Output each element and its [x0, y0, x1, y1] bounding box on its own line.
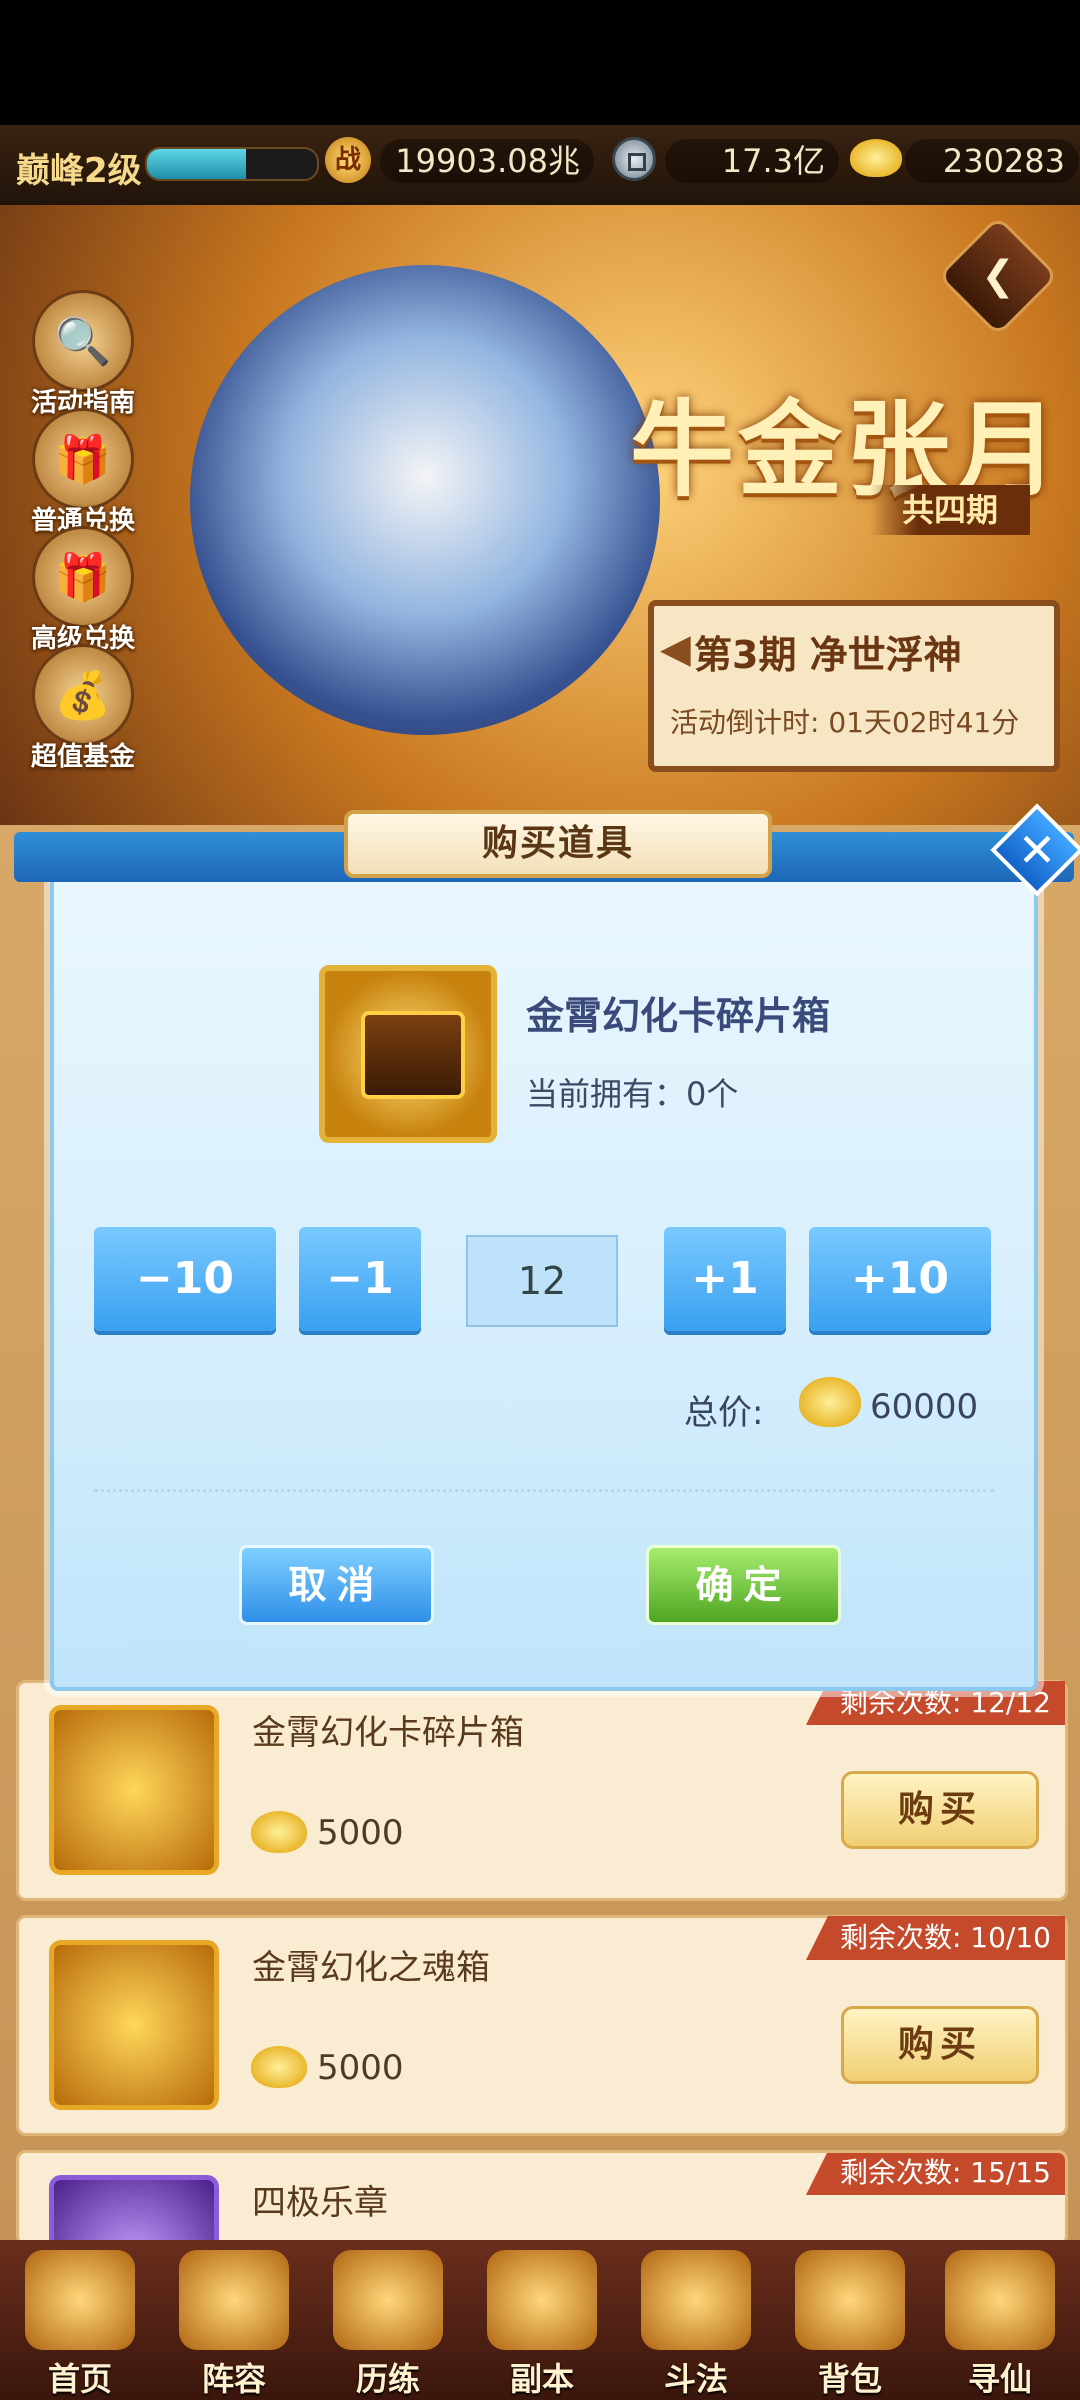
nav-lineup[interactable]: 阵容	[157, 2240, 311, 2400]
gold-value: 230283	[905, 139, 1079, 183]
gold-ingot-icon	[251, 1811, 307, 1853]
nav-label: 历练	[355, 2360, 420, 2398]
back-button[interactable]: ❮	[937, 215, 1059, 337]
close-button[interactable]: ✕	[990, 803, 1080, 897]
minus-10-button[interactable]: −10	[94, 1227, 276, 1331]
side-menu-fund[interactable]: 💰 超值基金	[28, 644, 138, 773]
lineup-icon	[179, 2250, 289, 2350]
item-name: 金霄幻化之魂箱	[252, 1948, 490, 1988]
countdown-text: 活动倒计时: 01天02时41分	[670, 706, 1020, 739]
nav-label: 副本	[509, 2360, 574, 2398]
treasure-icon: 💰	[32, 644, 134, 746]
minus-1-button[interactable]: −1	[299, 1227, 421, 1331]
owned-count: 当前拥有：0个	[526, 1075, 739, 1113]
side-menu-label: 超值基金	[30, 742, 135, 772]
dialog-title-plate: 购买道具	[344, 810, 772, 878]
quantity-input[interactable]: 12	[466, 1235, 618, 1327]
period-count: 共四期	[870, 485, 1030, 535]
side-menu-advanced-exchange[interactable]: 🎁 高级兑换	[28, 526, 138, 655]
total-price-label: 总价:	[684, 1393, 764, 1433]
item-price: 5000	[317, 2048, 404, 2088]
home-icon	[25, 2250, 135, 2350]
giftbox-icon: 🎁	[32, 408, 134, 510]
event-banner: ❮ 🔍 活动指南 🎁 普通兑换 🎁 高级兑换 💰 超值基金 牛金张月 共四期 ◀…	[0, 205, 1080, 825]
close-icon: ✕	[1017, 823, 1057, 877]
item-name: 金霄幻化卡碎片箱	[252, 1713, 524, 1753]
nav-label: 寻仙	[967, 2360, 1032, 2398]
exp-bar	[145, 147, 319, 181]
side-menu-normal-exchange[interactable]: 🎁 普通兑换	[28, 408, 138, 537]
total-price-value: 60000	[870, 1387, 979, 1427]
magnifier-icon: 🔍	[32, 290, 134, 392]
coin-icon	[612, 137, 656, 181]
plus-10-button[interactable]: +10	[809, 1227, 991, 1331]
confirm-button[interactable]: 确定	[646, 1545, 841, 1625]
rank-label: 巅峰2级	[16, 151, 142, 191]
top-status-bar: 巅峰2级 战 19903.08兆 17.3亿 230283	[0, 125, 1080, 205]
giftbox-icon: 🎁	[32, 526, 134, 628]
purchase-dialog: 购买道具 ✕ 金霄幻化卡碎片箱 当前拥有：0个 −10 −1 12 +1 +10…	[14, 803, 1080, 1691]
plus-1-button[interactable]: +1	[664, 1227, 786, 1331]
remaining-badge: 剩余次数: 10/10	[805, 1916, 1065, 1960]
coin-value: 17.3亿	[665, 139, 839, 183]
side-menu-guide[interactable]: 🔍 活动指南	[28, 290, 138, 419]
power-icon: 战	[325, 137, 371, 183]
training-icon	[333, 2250, 443, 2350]
item-thumbnail	[49, 1940, 219, 2110]
nav-label: 背包	[817, 2360, 882, 2398]
gold-ingot-icon	[850, 139, 902, 177]
buy-button[interactable]: 购买	[841, 1771, 1039, 1849]
buy-button[interactable]: 购买	[841, 2006, 1039, 2084]
remaining-badge: 剩余次数: 15/15	[805, 2153, 1065, 2195]
nav-label: 阵容	[201, 2360, 266, 2398]
nav-backpack[interactable]: 背包	[773, 2240, 927, 2400]
exp-bar-fill	[147, 149, 246, 179]
current-period: 第3期 净世浮神	[694, 633, 962, 677]
list-item: 金霄幻化之魂箱 5000 剩余次数: 10/10 购买	[16, 1915, 1068, 2136]
nav-dungeon[interactable]: 副本	[465, 2240, 619, 2400]
nav-label: 斗法	[663, 2360, 728, 2398]
gold-ingot-icon	[251, 2046, 307, 2088]
power-value: 19903.08兆	[380, 139, 594, 183]
item-thumbnail	[49, 2175, 219, 2243]
divider	[94, 1489, 994, 1492]
nav-home[interactable]: 首页	[3, 2240, 157, 2400]
bottom-nav: 首页 阵容 历练 副本 斗法 背包 寻仙	[0, 2240, 1080, 2400]
nav-explore[interactable]: 寻仙	[923, 2240, 1077, 2400]
item-price: 5000	[317, 1813, 404, 1853]
cancel-button[interactable]: 取消	[239, 1545, 434, 1625]
item-name: 四极乐章	[252, 2183, 388, 2223]
nav-battle[interactable]: 斗法	[619, 2240, 773, 2400]
back-arrow-icon: ❮	[981, 253, 1015, 299]
dungeon-icon	[487, 2250, 597, 2350]
nav-label: 首页	[47, 2360, 112, 2398]
period-board: ◀ 第3期 净世浮神 活动倒计时: 01天02时41分	[648, 600, 1060, 772]
item-thumbnail	[49, 1705, 219, 1875]
backpack-icon	[795, 2250, 905, 2350]
battle-icon	[641, 2250, 751, 2350]
item-name: 金霄幻化卡碎片箱	[526, 994, 831, 1038]
gold-ingot-icon	[799, 1377, 861, 1427]
dialog-title: 购买道具	[481, 823, 634, 864]
nav-training[interactable]: 历练	[311, 2240, 465, 2400]
prev-period-arrow-icon[interactable]: ◀	[660, 626, 691, 672]
explore-icon	[945, 2250, 1055, 2350]
item-image	[319, 965, 497, 1143]
list-item: 四极乐章 剩余次数: 15/15	[16, 2150, 1068, 2246]
spirit-orb-artwork	[190, 265, 660, 735]
list-item: 金霄幻化卡碎片箱 5000 剩余次数: 12/12 购买	[16, 1680, 1068, 1901]
